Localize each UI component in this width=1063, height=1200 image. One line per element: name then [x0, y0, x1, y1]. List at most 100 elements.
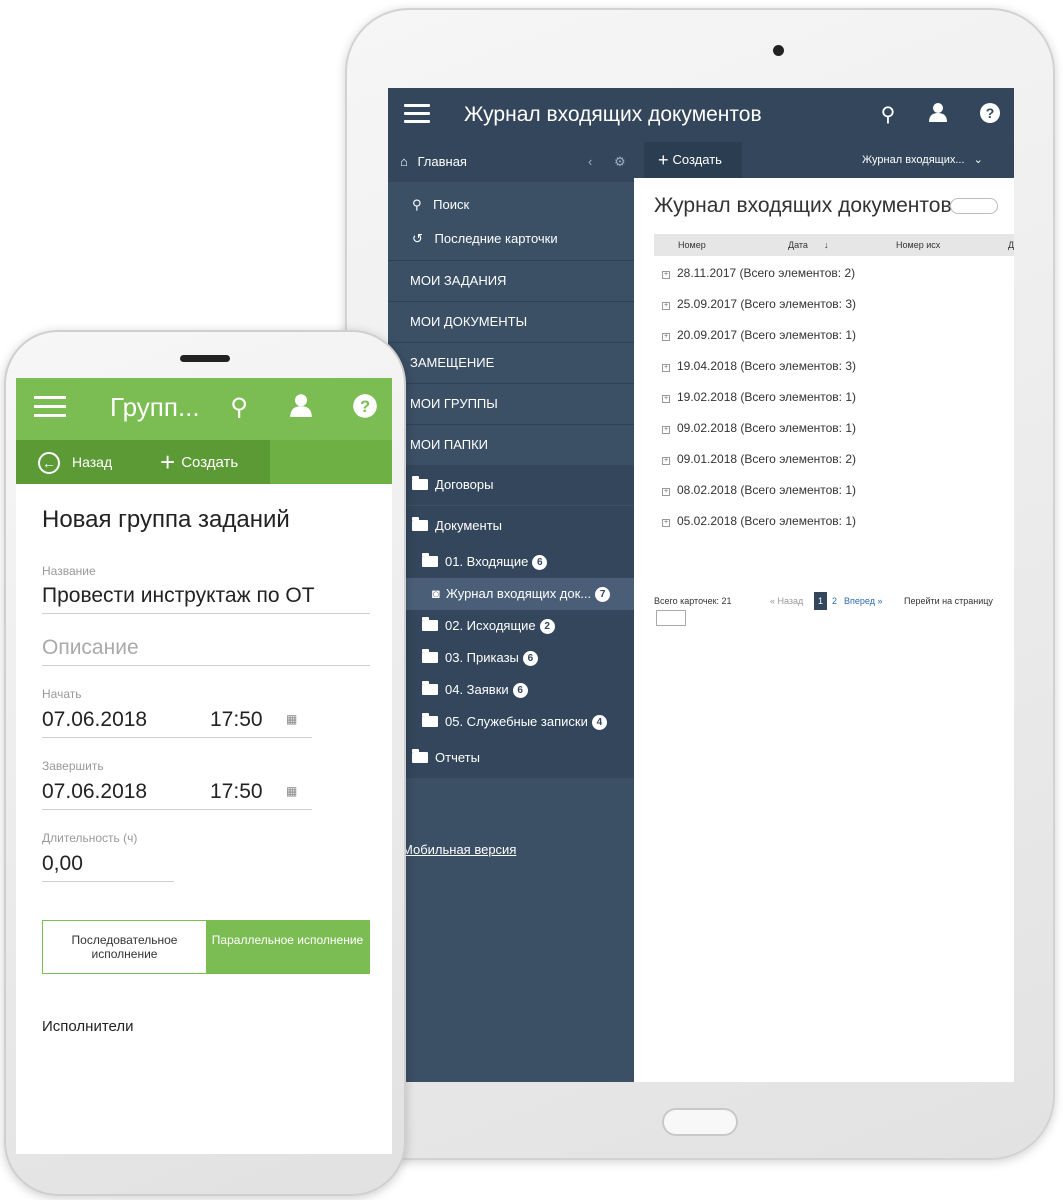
start-time-field[interactable]: 17:50 [210, 708, 263, 732]
gear-icon[interactable]: ⚙ [614, 142, 626, 182]
calendar-icon[interactable]: ▦ [286, 712, 297, 726]
sidebar-item-memos[interactable]: 05. Служебные записки 4 [388, 706, 634, 738]
sidebar-item-recent[interactable]: ↺ Последние карточки [388, 224, 634, 254]
back-arrow-icon: ← [38, 452, 60, 475]
duration-field[interactable]: 0,00 [42, 852, 83, 876]
sidebar-item-incoming[interactable]: 01. Входящие 6 [388, 546, 634, 578]
sidebar-item-documents[interactable]: Документы [388, 506, 634, 546]
sidebar-item-home[interactable]: ⌂ Главная ‹ ⚙ [388, 142, 634, 182]
back-button[interactable]: ← Назад [16, 440, 142, 484]
table-row[interactable]: +08.02.2018 (Всего элементов: 1) [662, 483, 856, 497]
phone-screen: Групп... ⚲ ? ← Назад + Создать Новая групп… [16, 378, 392, 1154]
expand-icon[interactable]: + [662, 302, 670, 310]
end-label: Завершить [42, 759, 104, 773]
execution-mode-toggle: Последовательное исполнение Параллельное… [42, 920, 370, 974]
sidebar-item-journal[interactable]: ◙ Журнал входящих док... 7 [388, 578, 634, 610]
camera-icon: ◙ [432, 586, 440, 601]
mobile-version-link[interactable]: Мобильная версия [388, 838, 634, 862]
tablet-home-button[interactable] [662, 1108, 738, 1136]
column-header[interactable]: Дата [788, 240, 808, 250]
phone-speaker [180, 355, 230, 362]
duration-label: Длительность (ч) [42, 831, 138, 845]
table-row[interactable]: +19.02.2018 (Всего элементов: 1) [662, 390, 856, 404]
create-button[interactable]: + Создать [644, 142, 742, 178]
description-field[interactable]: Описание [42, 636, 139, 660]
page-number-input[interactable] [656, 610, 686, 626]
sidebar-item-my-documents[interactable]: МОИ ДОКУМЕНТЫ [388, 302, 634, 342]
expand-icon[interactable]: + [662, 364, 670, 372]
sidebar-item-my-groups[interactable]: МОИ ГРУППЫ [388, 384, 634, 424]
calendar-icon[interactable]: ▦ [286, 784, 297, 798]
sidebar-item-my-folders[interactable]: МОИ ПАПКИ [388, 425, 634, 465]
search-icon[interactable]: ⚲ [226, 393, 252, 422]
sidebar-item-contracts[interactable]: Договоры [388, 465, 634, 505]
svg-text:?: ? [360, 397, 370, 416]
executors-label: Исполнители [42, 1018, 134, 1035]
toggle-icon[interactable] [950, 198, 998, 214]
table-row[interactable]: +20.09.2017 (Всего элементов: 1) [662, 328, 856, 342]
hamburger-icon[interactable] [404, 104, 430, 124]
pager-page-1[interactable]: 1 [814, 592, 828, 610]
group-label: 09.01.2018 (Всего элементов: 2) [677, 452, 857, 466]
sidebar-item-substitution[interactable]: ЗАМЕЩЕНИЕ [388, 343, 634, 383]
sidebar-item-my-tasks[interactable]: МОИ ЗАДАНИЯ [388, 261, 634, 301]
count-badge: 7 [595, 587, 611, 603]
table-header: Номер Дата ↓ Номер исх Д [654, 234, 1014, 256]
expand-icon[interactable]: + [662, 333, 670, 341]
end-date-field[interactable]: 07.06.2018 [42, 780, 147, 804]
count-badge: 2 [539, 619, 555, 635]
sidebar-item-outgoing[interactable]: 02. Исходящие 2 [388, 610, 634, 642]
sidebar-item-orders[interactable]: 03. Приказы 6 [388, 642, 634, 674]
folder-icon [422, 553, 438, 567]
sidebar-item-requests[interactable]: 04. Заявки 6 [388, 674, 634, 706]
tablet-camera [773, 45, 784, 56]
name-field[interactable]: Провести инструктаж по ОТ [42, 584, 315, 608]
total-count: Всего карточек: 21 [654, 596, 732, 606]
start-label: Начать [42, 687, 82, 701]
create-button[interactable]: + Создать [142, 440, 270, 484]
collapse-icon[interactable]: ‹ [588, 142, 592, 182]
expand-icon[interactable]: + [662, 271, 670, 279]
expand-icon[interactable]: + [662, 395, 670, 403]
form-heading: Новая группа заданий [42, 506, 290, 533]
folder-icon [412, 517, 428, 531]
start-date-field[interactable]: 07.06.2018 [42, 708, 147, 732]
sort-icon[interactable]: ↓ [824, 240, 829, 250]
table-row[interactable]: +09.02.2018 (Всего элементов: 1) [662, 421, 856, 435]
count-badge: 6 [512, 683, 528, 699]
group-label: 09.02.2018 (Всего элементов: 1) [677, 421, 857, 435]
folder-icon [422, 617, 438, 631]
table-row[interactable]: +28.11.2017 (Всего элементов: 2) [662, 266, 855, 280]
expand-icon[interactable]: + [662, 426, 670, 434]
search-icon[interactable]: ⚲ [876, 102, 900, 127]
column-header[interactable]: Номер исх [896, 240, 940, 250]
expand-icon[interactable]: + [662, 488, 670, 496]
expand-icon[interactable]: + [662, 457, 670, 465]
help-icon[interactable]: ? [978, 102, 1002, 130]
table-row[interactable]: +05.02.2018 (Всего элементов: 1) [662, 514, 856, 528]
page-title: Групп... [110, 392, 200, 422]
user-icon[interactable] [926, 102, 950, 128]
sequential-option[interactable]: Последовательное исполнение [43, 921, 206, 973]
hamburger-icon[interactable] [34, 396, 66, 418]
pager-prev[interactable]: « Назад [770, 596, 803, 606]
table-row[interactable]: +19.04.2018 (Всего элементов: 3) [662, 359, 856, 373]
help-icon[interactable]: ? [352, 393, 378, 426]
group-label: 19.04.2018 (Всего элементов: 3) [677, 359, 857, 373]
user-icon[interactable] [288, 393, 314, 424]
parallel-option[interactable]: Параллельное исполнение [206, 921, 369, 973]
pager-page-2[interactable]: 2 [832, 596, 837, 606]
group-label: 20.09.2017 (Всего элементов: 1) [677, 328, 857, 342]
column-header[interactable]: Номер [678, 240, 706, 250]
sidebar-item-search[interactable]: ⚲ Поиск [388, 190, 634, 220]
pager-next[interactable]: Вперед » [844, 596, 882, 606]
end-time-field[interactable]: 17:50 [210, 780, 263, 804]
journal-dropdown[interactable]: Журнал входящих... ⌄ [862, 142, 983, 178]
expand-icon[interactable]: + [662, 519, 670, 527]
table-row[interactable]: +25.09.2017 (Всего элементов: 3) [662, 297, 856, 311]
sidebar-item-reports[interactable]: Отчеты [388, 738, 634, 778]
table-row[interactable]: +09.01.2018 (Всего элементов: 2) [662, 452, 856, 466]
description-underline [42, 665, 370, 666]
journal-heading: Журнал входящих документов [654, 194, 952, 217]
column-header[interactable]: Д [1008, 240, 1014, 250]
